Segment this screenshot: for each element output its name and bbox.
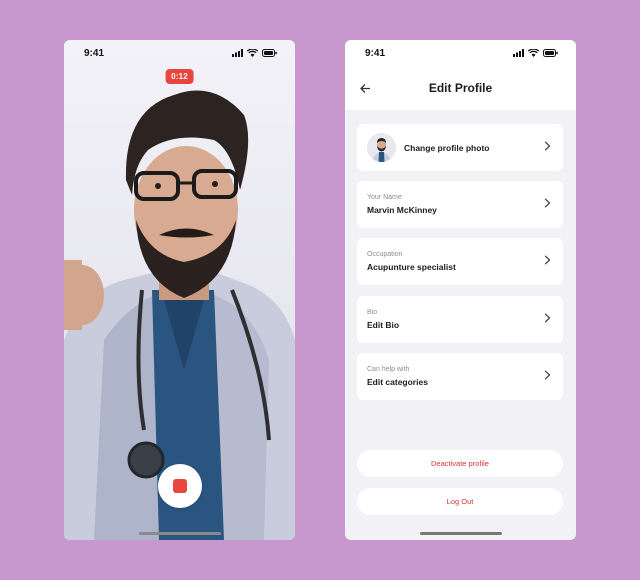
change-photo-label: Change profile photo xyxy=(404,142,490,153)
status-bar: 9:41 xyxy=(64,40,295,66)
help-categories-value: Edit categories xyxy=(367,377,428,387)
bio-field-value: Edit Bio xyxy=(367,320,400,330)
chevron-right-icon xyxy=(544,370,551,380)
help-categories-card[interactable]: Can help with Edit categories xyxy=(357,353,563,400)
edit-profile-screen: 9:41 Edit Profile Change profile photo Y… xyxy=(345,40,576,540)
name-field-card[interactable]: Your Name Marvin McKinney xyxy=(357,181,563,228)
name-field-label: Your Name xyxy=(367,194,402,201)
name-field-value: Marvin McKinney xyxy=(367,205,437,215)
status-time: 9:41 xyxy=(84,47,105,59)
recording-timer-badge: 0:12 xyxy=(165,69,194,84)
battery-icon xyxy=(262,49,277,57)
home-indicator xyxy=(138,532,221,535)
avatar xyxy=(367,133,396,162)
status-icons xyxy=(232,49,277,57)
help-categories-label: Can help with xyxy=(367,366,410,373)
signal-icon xyxy=(232,49,243,57)
page-title: Edit Profile xyxy=(428,81,493,95)
wifi-icon xyxy=(247,49,258,57)
back-button[interactable] xyxy=(357,80,373,96)
change-photo-card[interactable]: Change profile photo xyxy=(357,124,563,171)
stop-icon xyxy=(172,479,187,493)
camera-recording-screen: 9:41 0:12 xyxy=(64,40,295,540)
occupation-field-label: Occupation xyxy=(367,251,403,258)
status-icons xyxy=(513,49,558,57)
chevron-right-icon xyxy=(544,313,551,323)
wifi-icon xyxy=(528,49,539,57)
bio-field-card[interactable]: Bio Edit Bio xyxy=(357,296,563,343)
back-arrow-icon xyxy=(360,83,370,93)
occupation-field-value: Acupunture specialist xyxy=(367,262,456,272)
home-indicator xyxy=(419,532,502,535)
battery-icon xyxy=(543,49,558,57)
chevron-right-icon xyxy=(544,198,551,208)
stop-recording-button[interactable] xyxy=(157,464,202,508)
status-bar: 9:41 xyxy=(345,40,576,66)
status-time: 9:41 xyxy=(365,47,386,59)
signal-icon xyxy=(513,49,524,57)
bio-field-label: Bio xyxy=(367,309,378,316)
occupation-field-card[interactable]: Occupation Acupunture specialist xyxy=(357,238,563,285)
chevron-right-icon xyxy=(544,255,551,265)
log-out-button[interactable]: Log Out xyxy=(357,488,563,515)
navigation-header: Edit Profile xyxy=(345,66,576,110)
deactivate-profile-button[interactable]: Deactivate profile xyxy=(357,450,563,477)
chevron-right-icon xyxy=(544,141,551,151)
